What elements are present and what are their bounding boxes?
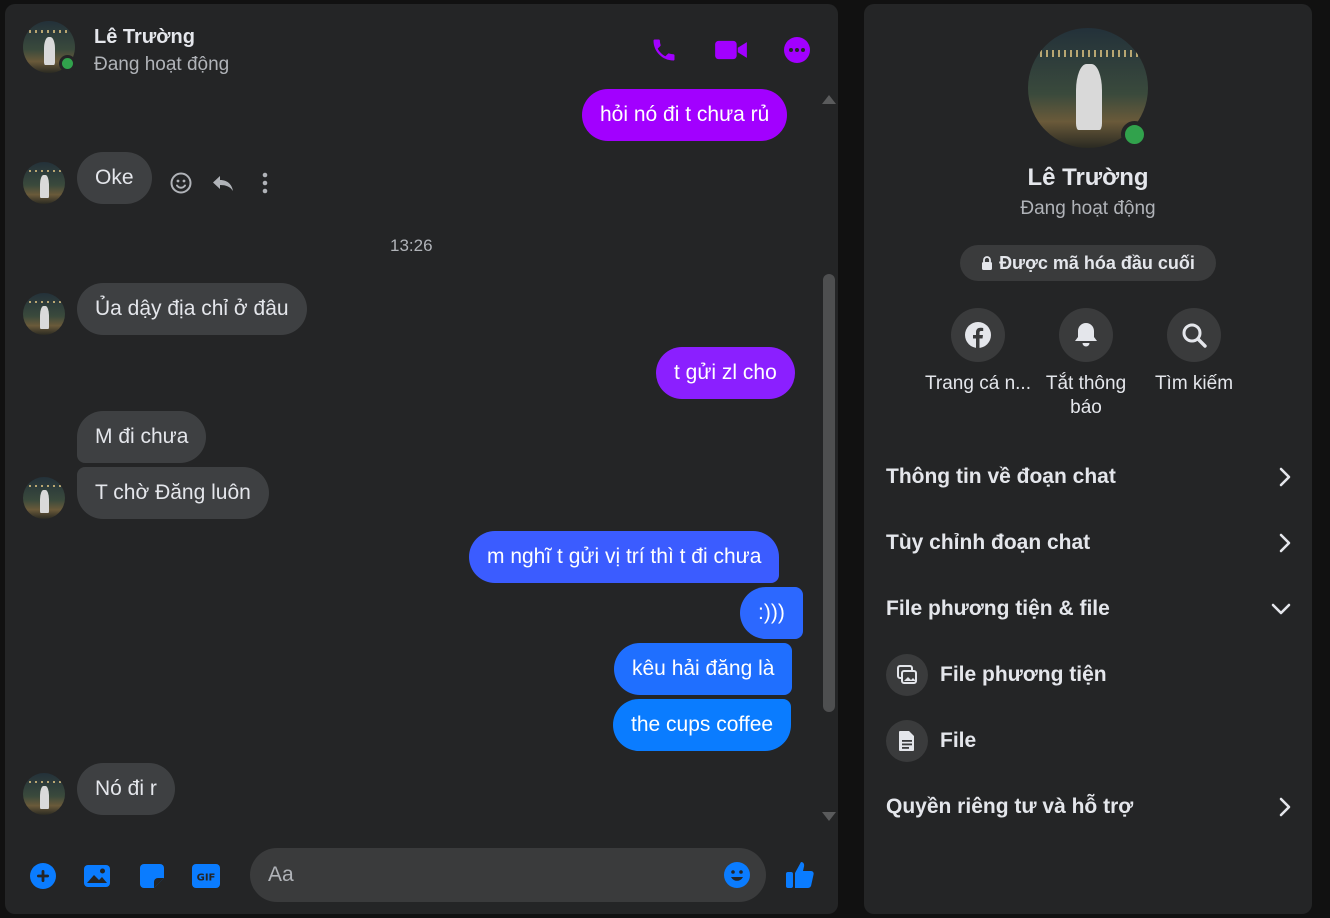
search-action-label: Tìm kiếm — [1154, 373, 1234, 394]
sender-avatar — [23, 477, 65, 519]
image-icon — [84, 865, 110, 887]
privacy-support-row[interactable]: Quyền riêng tư và hỗ trợ — [886, 782, 1292, 832]
message-incoming[interactable]: M đi chưa — [77, 411, 207, 463]
more-actions-button[interactable] — [27, 860, 59, 892]
file-label: File — [940, 729, 977, 752]
profile-action[interactable]: Trang cá n... — [918, 308, 1038, 396]
online-indicator — [59, 55, 76, 72]
message-incoming[interactable]: Nó đi r — [77, 763, 175, 815]
contact-status: Đang hoạt động — [94, 54, 230, 75]
message-outgoing[interactable]: m nghĩ t gửi vị trí thì t đi chưa — [469, 531, 780, 583]
gif-button[interactable]: GIF — [190, 860, 222, 892]
chevron-right-icon — [1279, 533, 1291, 553]
contact-name[interactable]: Lê Trường — [94, 26, 195, 49]
more-options-button[interactable] — [779, 32, 815, 68]
profile-action-circle[interactable] — [951, 308, 1005, 362]
video-call-button[interactable] — [713, 32, 749, 68]
message-timestamp: 13:26 — [390, 236, 433, 255]
message-more-button[interactable] — [250, 168, 280, 198]
search-icon — [1182, 323, 1207, 348]
message-outgoing[interactable]: :))) — [740, 587, 803, 639]
message-outgoing[interactable]: t gửi zl cho — [656, 347, 795, 399]
scrollbar-thumb[interactable] — [823, 274, 835, 712]
conversation-info-panel: Lê Trường Đang hoạt động Được mã hóa đầu… — [864, 4, 1312, 914]
more-dots-icon — [784, 37, 810, 63]
message-incoming[interactable]: Oke — [77, 152, 152, 204]
phone-icon — [653, 39, 675, 61]
search-action-circle[interactable] — [1167, 308, 1221, 362]
thumbs-up-icon — [786, 862, 814, 888]
encryption-label: Được mã hóa đầu cuối — [999, 252, 1195, 273]
chevron-down-icon — [1271, 603, 1291, 615]
emoji-icon — [724, 862, 750, 888]
media-row[interactable]: File phương tiện — [886, 653, 1107, 697]
privacy-support-label: Quyền riêng tư và hỗ trợ — [886, 795, 1134, 818]
react-button[interactable] — [166, 168, 196, 198]
sticker-icon — [140, 864, 164, 888]
sticker-button[interactable] — [136, 860, 168, 892]
message-incoming[interactable]: Ủa dậy địa chỉ ở đâu — [77, 283, 307, 335]
emoji-button[interactable] — [723, 861, 751, 889]
plus-circle-icon — [30, 863, 56, 889]
file-document-icon — [899, 731, 914, 751]
media-gallery-icon — [897, 665, 917, 684]
message-composer[interactable] — [250, 848, 766, 902]
reply-arrow-icon — [213, 176, 233, 191]
mute-action[interactable]: Tắt thông báo — [1026, 308, 1146, 420]
file-row[interactable]: File — [886, 719, 976, 763]
attach-photo-button[interactable] — [81, 860, 113, 892]
file-icon-circle — [886, 720, 928, 762]
media-label: File phương tiện — [940, 663, 1107, 686]
search-action[interactable]: Tìm kiếm — [1134, 308, 1254, 396]
video-camera-icon — [715, 40, 747, 60]
profile-status: Đang hoạt động — [1020, 198, 1156, 219]
send-like-button[interactable] — [782, 856, 818, 892]
profile-name: Lê Trường — [1027, 164, 1149, 191]
lock-icon — [982, 256, 993, 270]
phone-call-button[interactable] — [646, 32, 682, 68]
message-outgoing[interactable]: kêu hải đăng là — [614, 643, 793, 695]
media-files-row[interactable]: File phương tiện & file — [886, 584, 1292, 634]
chevron-right-icon — [1279, 467, 1291, 487]
encryption-badge[interactable]: Được mã hóa đầu cuối — [960, 245, 1216, 281]
media-icon-circle — [886, 654, 928, 696]
message-input[interactable] — [268, 848, 718, 902]
scroll-down-arrow[interactable] — [822, 812, 836, 821]
vertical-dots-icon — [262, 172, 268, 194]
scroll-up-arrow[interactable] — [822, 95, 836, 104]
profile-action-label: Trang cá n... — [925, 373, 1031, 394]
sender-avatar — [23, 293, 65, 335]
facebook-icon — [965, 322, 991, 348]
message-incoming[interactable]: T chờ Đăng luôn — [77, 467, 269, 519]
sender-avatar — [23, 162, 65, 204]
message-outgoing[interactable]: the cups coffee — [613, 699, 792, 751]
customize-chat-row[interactable]: Tùy chỉnh đoạn chat — [886, 518, 1292, 568]
sender-avatar — [23, 773, 65, 815]
chevron-right-icon — [1279, 797, 1291, 817]
customize-chat-label: Tùy chỉnh đoạn chat — [886, 531, 1091, 554]
gif-icon: GIF — [192, 864, 220, 888]
media-files-label: File phương tiện & file — [886, 597, 1110, 620]
bell-icon — [1075, 323, 1097, 347]
chat-info-row[interactable]: Thông tin về đoạn chat — [886, 452, 1292, 502]
mute-action-circle[interactable] — [1059, 308, 1113, 362]
message-outgoing[interactable]: hỏi nó đi t chưa rủ — [582, 89, 788, 141]
chat-panel: Lê Trường Đang hoạt động hỏi nó đi t chư… — [5, 4, 838, 914]
svg-text:GIF: GIF — [197, 873, 216, 884]
smiley-icon — [170, 172, 192, 194]
mute-action-label: Tắt thông báo — [1045, 373, 1127, 418]
chat-info-label: Thông tin về đoạn chat — [886, 465, 1116, 488]
reply-button[interactable] — [208, 168, 238, 198]
online-indicator — [1121, 121, 1148, 148]
